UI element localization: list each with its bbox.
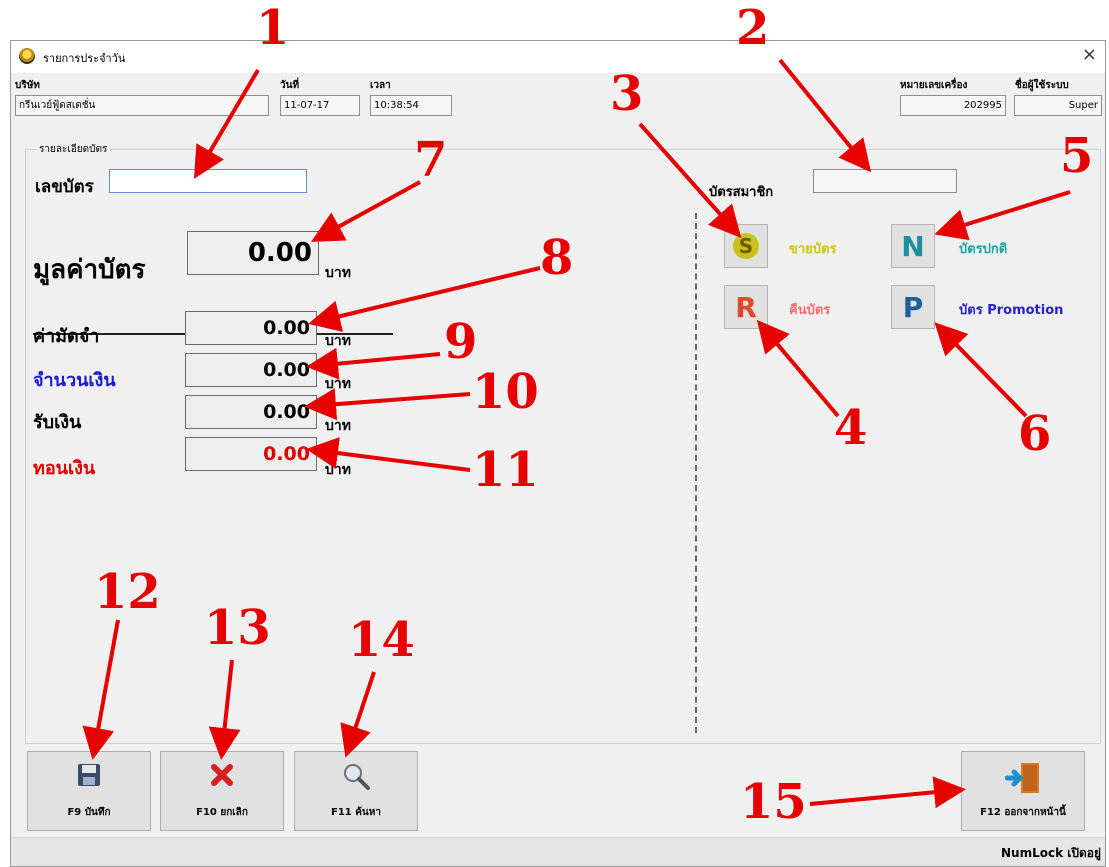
annotation-8: 8 bbox=[540, 230, 574, 286]
arrow-2 bbox=[778, 58, 872, 173]
annotation-arrows bbox=[82, 58, 1071, 809]
arrow-7 bbox=[310, 180, 421, 242]
annotation-7: 7 bbox=[414, 132, 448, 188]
arrow-6 bbox=[934, 322, 1028, 418]
arrow-4 bbox=[756, 319, 840, 418]
arrow-12 bbox=[82, 619, 120, 760]
annotation-6: 6 bbox=[1018, 406, 1052, 462]
annotation-1: 1 bbox=[256, 0, 290, 56]
arrow-10 bbox=[304, 388, 471, 421]
annotation-9: 9 bbox=[444, 314, 478, 370]
arrow-13 bbox=[208, 659, 241, 760]
arrow-11 bbox=[306, 437, 471, 472]
arrow-1 bbox=[193, 68, 260, 179]
arrow-5 bbox=[934, 190, 1071, 241]
annotation-15: 15 bbox=[740, 774, 807, 830]
annotation-5: 5 bbox=[1060, 128, 1094, 184]
annotation-2: 2 bbox=[736, 0, 770, 56]
arrow-3 bbox=[638, 122, 742, 238]
annotation-12: 12 bbox=[94, 564, 161, 620]
annotation-10: 10 bbox=[472, 364, 539, 420]
annotation-14: 14 bbox=[348, 612, 415, 668]
annotation-11: 11 bbox=[472, 442, 539, 498]
arrow-9 bbox=[306, 347, 441, 380]
arrow-8 bbox=[308, 266, 541, 332]
arrow-14 bbox=[340, 671, 376, 758]
annotation-13: 13 bbox=[204, 600, 271, 656]
annotation-3: 3 bbox=[610, 66, 644, 122]
arrow-15 bbox=[809, 776, 966, 809]
annotation-4: 4 bbox=[834, 400, 868, 456]
